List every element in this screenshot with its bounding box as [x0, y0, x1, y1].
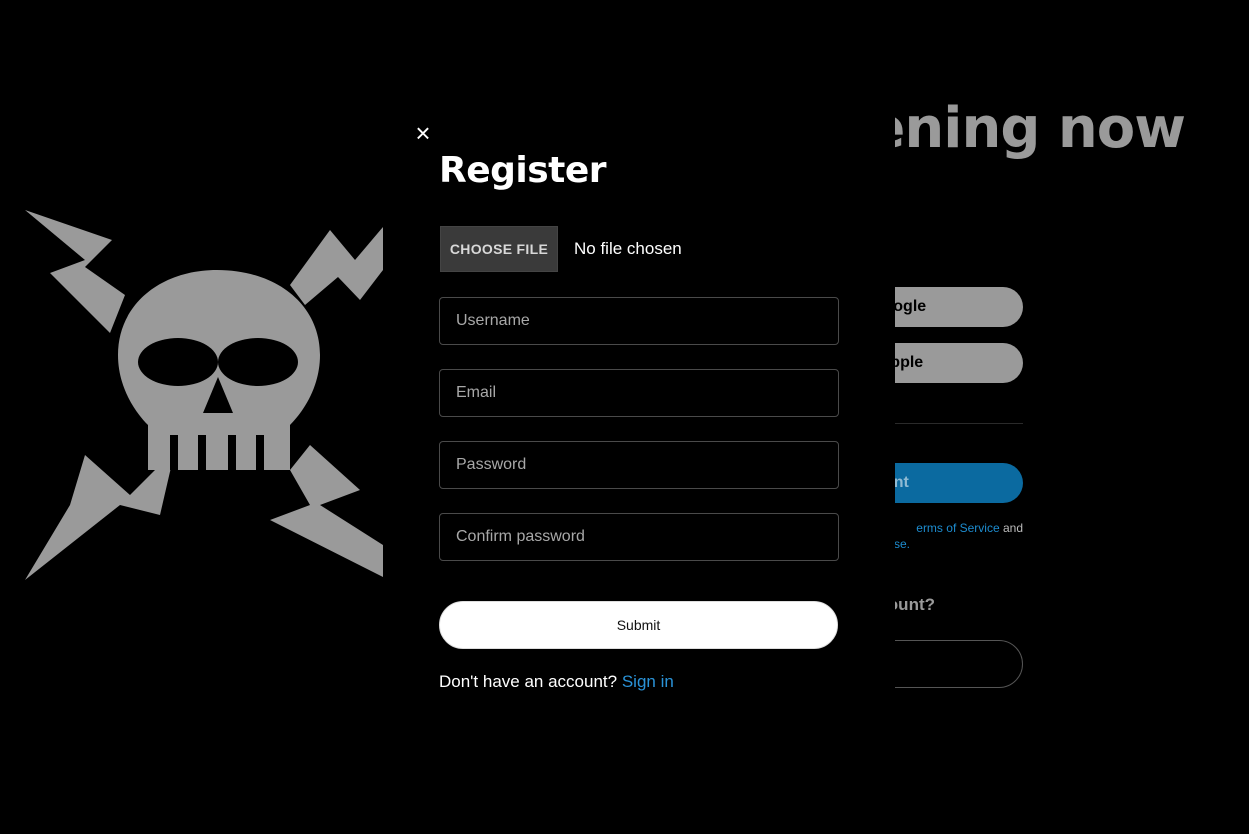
privacy-link[interactable]: se. — [894, 537, 910, 551]
email-input[interactable] — [439, 369, 839, 417]
sign-in-prompt: Don't have an account? Sign in — [439, 672, 674, 692]
close-icon[interactable]: × — [412, 120, 434, 146]
confirm-password-input[interactable] — [439, 513, 839, 561]
file-status: No file chosen — [574, 239, 682, 258]
terms-and-text: and — [1002, 521, 1023, 535]
username-input[interactable] — [439, 297, 839, 345]
skull-lightning-icon — [25, 210, 383, 580]
terms-of-service-link[interactable]: erms of Service — [916, 521, 999, 535]
file-picker: CHOOSE FILE No file chosen — [440, 226, 682, 272]
register-modal: × Register CHOOSE FILE No file chosen Su… — [384, 100, 895, 720]
sign-in-prompt-text: Don't have an account? — [439, 672, 618, 691]
page: ening now n Google th Apple ount erms of… — [0, 0, 1249, 834]
choose-file-button[interactable]: CHOOSE FILE — [440, 226, 558, 272]
password-input[interactable] — [439, 441, 839, 489]
submit-button[interactable]: Submit — [439, 601, 838, 649]
sign-in-link[interactable]: Sign in — [622, 672, 674, 691]
modal-title: Register — [439, 150, 607, 191]
